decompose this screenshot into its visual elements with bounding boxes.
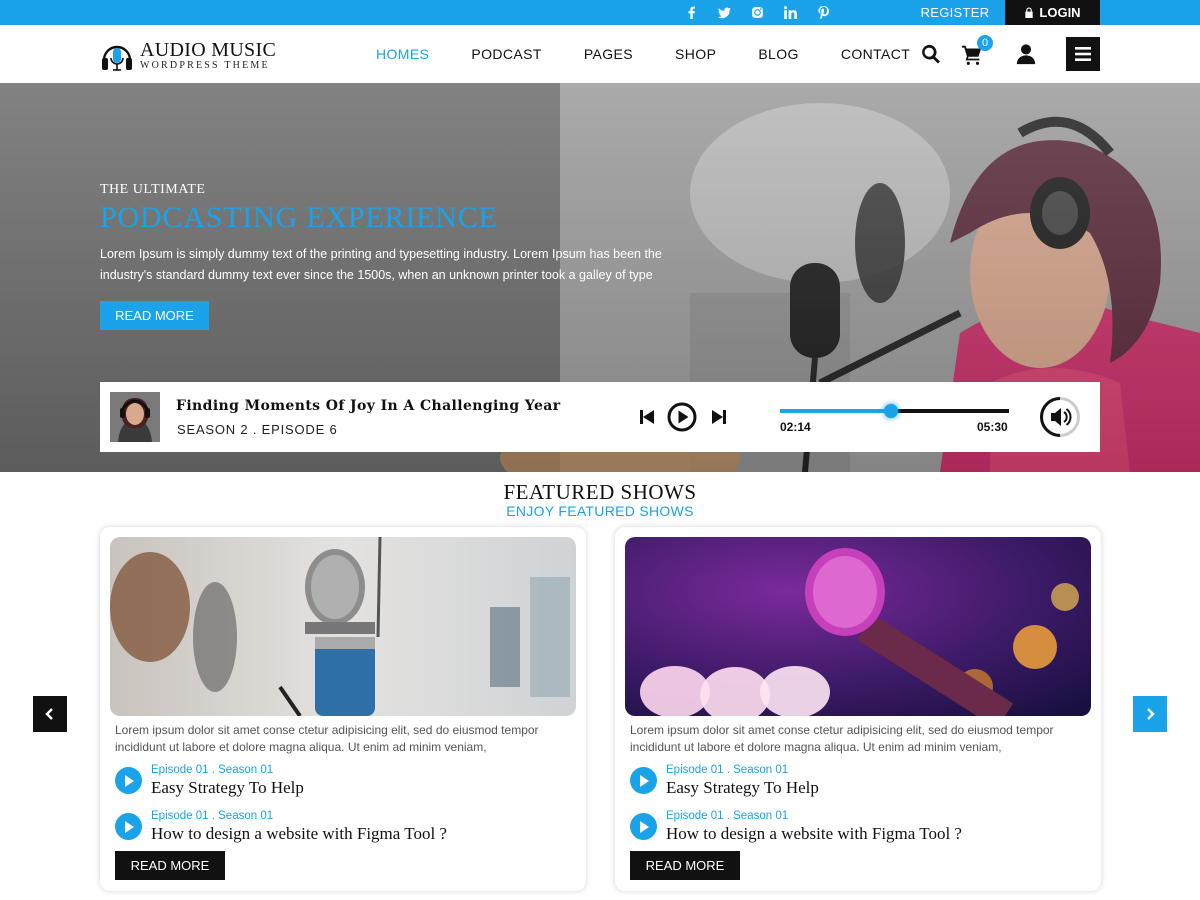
episode-item[interactable]: Episode 01 . Season 01 How to design a w…: [115, 809, 447, 844]
nav-pages[interactable]: PAGES: [563, 46, 654, 62]
episode-item[interactable]: Episode 01 . Season 01 Easy Strategy To …: [630, 763, 819, 798]
logo-title: AUDIO MUSIC: [140, 39, 277, 61]
hero-title: PODCASTING EXPERIENCE: [100, 201, 498, 234]
show-card: Lorem ipsum dolor sit amet conse ctetur …: [100, 527, 586, 891]
episode-label: Episode 01 . Season 01: [666, 810, 789, 822]
instagram-icon[interactable]: [741, 0, 774, 25]
user-icon[interactable]: [1013, 41, 1039, 67]
hero-description: Lorem Ipsum is simply dummy text of the …: [100, 247, 662, 282]
nav-shop[interactable]: SHOP: [654, 46, 737, 62]
episode-title[interactable]: Easy Strategy To Help: [151, 778, 304, 798]
track-thumbnail: [110, 392, 160, 442]
site-header: AUDIO MUSIC WORDPRESS THEME HOMES PODCAS…: [0, 25, 1200, 83]
track-subtitle: SEASON 2 . EPISODE 6: [177, 422, 338, 437]
chevron-left-icon: [45, 708, 53, 720]
login-label: LOGIN: [1039, 5, 1081, 20]
play-icon[interactable]: [115, 767, 142, 794]
menu-toggle-button[interactable]: [1066, 37, 1100, 71]
episode-title[interactable]: How to design a website with Figma Tool …: [151, 824, 447, 844]
play-icon[interactable]: [115, 813, 142, 840]
hamburger-icon: [1075, 47, 1091, 61]
header-icons: 0: [918, 25, 1039, 83]
previous-track-icon[interactable]: [640, 409, 654, 430]
show-card: Lorem ipsum dolor sit amet conse ctetur …: [615, 527, 1101, 891]
register-link[interactable]: REGISTER: [905, 0, 1005, 25]
featured-subtitle: ENJOY FEATURED SHOWS: [506, 503, 694, 519]
show-card-image: [625, 537, 1091, 716]
show-card-text: Lorem ipsum dolor sit amet conse ctetur …: [630, 723, 1054, 754]
logo-subtitle: WORDPRESS THEME: [140, 60, 270, 71]
nav-homes[interactable]: HOMES: [355, 46, 450, 62]
carousel-next-button[interactable]: [1133, 696, 1167, 732]
carousel-prev-button[interactable]: [33, 696, 67, 732]
audio-player: Finding Moments Of Joy In A Challenging …: [100, 382, 1100, 452]
play-icon[interactable]: [630, 813, 657, 840]
hero-read-more-button[interactable]: READ MORE: [100, 301, 209, 330]
top-bar: REGISTER LOGIN: [0, 0, 1200, 25]
hero-kicker: THE ULTIMATE: [100, 182, 206, 197]
episode-item[interactable]: Episode 01 . Season 01 How to design a w…: [630, 809, 962, 844]
login-button[interactable]: LOGIN: [1005, 0, 1100, 25]
progress-handle[interactable]: [884, 404, 899, 418]
track-title: Finding Moments Of Joy In A Challenging …: [176, 398, 561, 414]
twitter-icon[interactable]: [708, 0, 741, 25]
play-button-icon[interactable]: [667, 402, 697, 437]
nav-podcast[interactable]: PODCAST: [450, 46, 562, 62]
progress-bar[interactable]: [780, 404, 1009, 418]
nav-contact[interactable]: CONTACT: [820, 46, 931, 62]
cart-icon[interactable]: 0: [959, 35, 993, 67]
social-links: [675, 0, 840, 25]
main-nav: HOMES PODCAST PAGES SHOP BLOG CONTACT: [355, 25, 931, 83]
logo[interactable]: AUDIO MUSIC WORDPRESS THEME: [100, 39, 276, 73]
total-time: 05:30: [977, 420, 1008, 434]
episode-title[interactable]: How to design a website with Figma Tool …: [666, 824, 962, 844]
headphone-mic-logo-icon: [102, 45, 132, 71]
episode-title[interactable]: Easy Strategy To Help: [666, 778, 819, 798]
episode-label: Episode 01 . Season 01: [151, 810, 274, 822]
pinterest-icon[interactable]: [807, 0, 840, 25]
card-read-more-button[interactable]: READ MORE: [630, 851, 740, 880]
card-read-more-button[interactable]: READ MORE: [115, 851, 225, 880]
search-icon[interactable]: [918, 41, 944, 67]
volume-icon[interactable]: [1039, 396, 1081, 438]
lock-icon: [1025, 7, 1034, 18]
show-card-text: Lorem ipsum dolor sit amet conse ctetur …: [115, 723, 539, 754]
episode-item[interactable]: Episode 01 . Season 01 Easy Strategy To …: [115, 763, 304, 798]
current-time: 02:14: [780, 420, 811, 434]
show-card-image: [110, 537, 576, 716]
nav-blog[interactable]: BLOG: [737, 46, 820, 62]
cart-count-badge: 0: [977, 35, 993, 51]
next-track-icon[interactable]: [712, 409, 726, 430]
chevron-right-icon: [1147, 708, 1155, 720]
play-icon[interactable]: [630, 767, 657, 794]
featured-title: FEATURED SHOWS: [503, 480, 697, 504]
facebook-icon[interactable]: [675, 0, 708, 25]
episode-label: Episode 01 . Season 01: [666, 764, 789, 776]
episode-label: Episode 01 . Season 01: [151, 764, 274, 776]
linkedin-icon[interactable]: [774, 0, 807, 25]
progress-fill: [780, 409, 892, 413]
